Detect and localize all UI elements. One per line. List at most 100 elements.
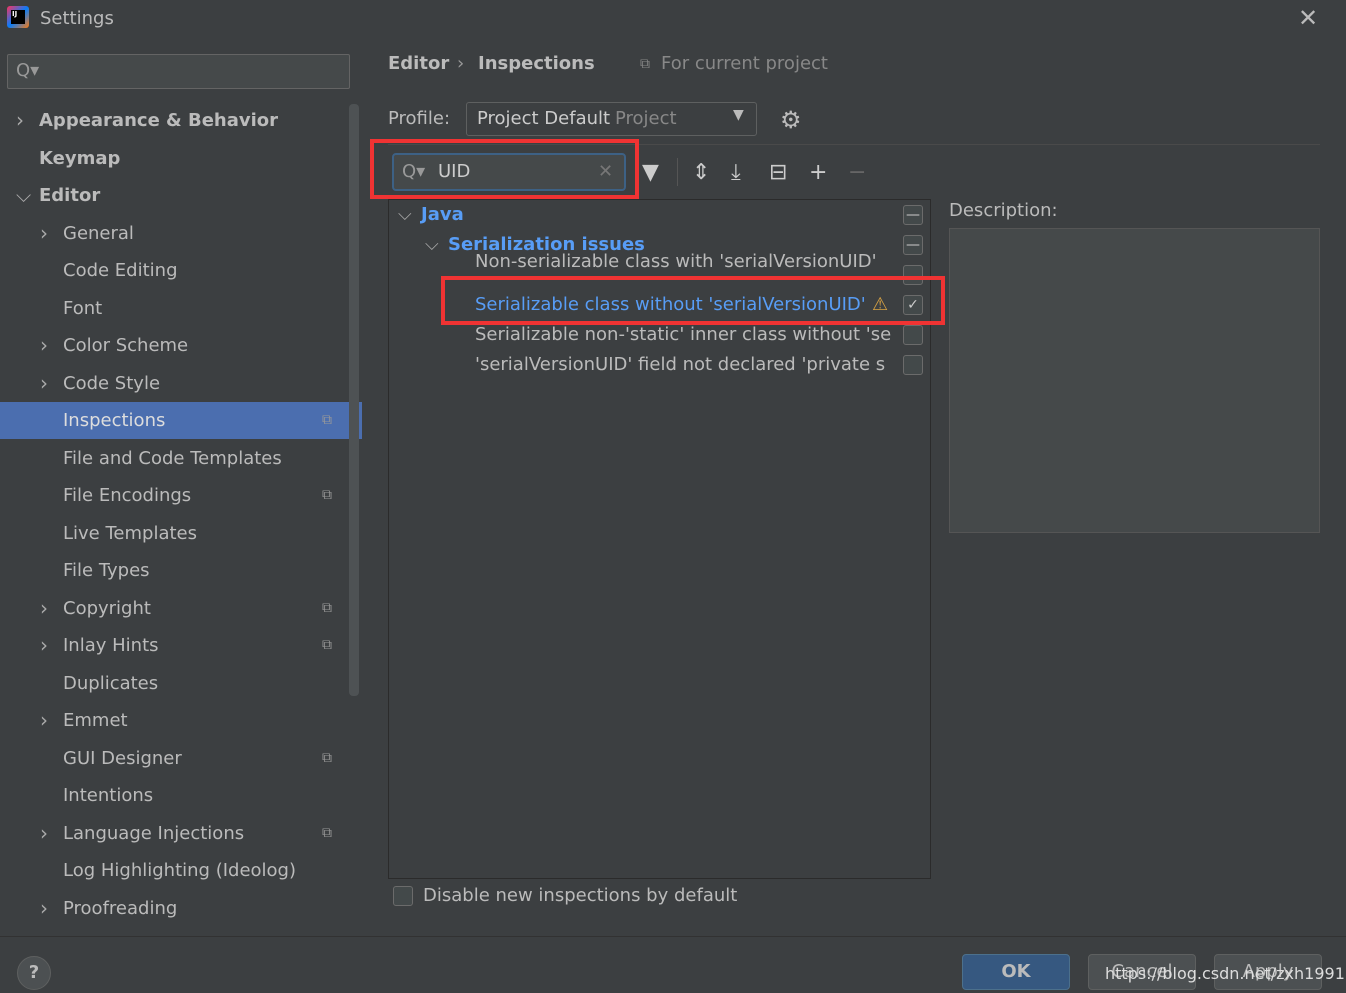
sidebar-item-emmet[interactable]: › Emmet [0, 702, 350, 739]
sidebar-item-label: Color Scheme [63, 335, 189, 356]
profile-scope: Project [615, 108, 677, 129]
sidebar-item-inlay-hints[interactable]: › Inlay Hints ⧉ [0, 627, 350, 664]
description-panel [949, 228, 1320, 533]
sidebar-item-label: Emmet [63, 710, 128, 731]
chevron-right-icon[interactable]: › [40, 365, 48, 402]
sidebar-scrollbar[interactable] [349, 104, 359, 696]
sidebar-item-file-encodings[interactable]: File Encodings ⧉ [0, 477, 350, 514]
close-icon[interactable]: ✕ [1298, 4, 1318, 32]
watermark: https://blog.csdn.net/zxh1991811 [1105, 964, 1346, 983]
inspection-checkbox[interactable]: — [903, 205, 923, 225]
add-icon[interactable]: + [809, 160, 827, 185]
tree-row-label: 'serialVersionUID' field not declared 'p… [475, 354, 886, 375]
highlight-box-row [441, 276, 945, 325]
sidebar-item-inspections[interactable]: Inspections ⧉ [0, 402, 362, 439]
chevron-right-icon[interactable]: › [40, 327, 48, 364]
chevron-down-icon[interactable]: ⌵ [398, 200, 412, 230]
description-label: Description: [949, 200, 1058, 221]
project-scope-icon: ⧉ [322, 412, 332, 428]
sidebar-item-editor[interactable]: ⌵ Editor [0, 177, 350, 214]
project-scope-icon: ⧉ [322, 637, 332, 653]
project-scope-icon: ⧉ [322, 599, 332, 616]
help-button[interactable]: ? [17, 956, 51, 990]
sidebar-item-code-editing[interactable]: Code Editing [0, 252, 350, 289]
sidebar-item-label: General [63, 222, 134, 244]
sidebar-item-label: Font [63, 297, 103, 319]
tree-row-label: Java [421, 204, 464, 225]
inspection-checkbox[interactable]: — [903, 235, 923, 255]
sidebar-item-label: File Types [63, 560, 150, 581]
inspection-checkbox[interactable] [903, 325, 923, 345]
profile-value: Project Default [477, 108, 611, 129]
chevron-down-icon[interactable]: ⌵ [425, 230, 439, 260]
chevron-right-icon[interactable]: › [40, 702, 48, 739]
sidebar-item-log-highlighting-ideolog-[interactable]: Log Highlighting (Ideolog) [0, 852, 350, 889]
chevron-right-icon[interactable]: › [40, 590, 48, 627]
ok-button[interactable]: OK [962, 954, 1070, 990]
breadcrumb-editor[interactable]: Editor [388, 53, 449, 74]
chevron-right-icon[interactable]: › [16, 102, 24, 139]
title-bar [0, 0, 1346, 40]
chevron-down-icon[interactable]: ⌵ [16, 177, 31, 214]
breadcrumb-separator: › [457, 53, 465, 74]
chevron-right-icon[interactable]: › [40, 627, 48, 664]
sidebar-item-font[interactable]: Font [0, 290, 350, 327]
chevron-right-icon[interactable]: › [40, 815, 48, 852]
highlight-box-search [370, 139, 639, 199]
project-scope-icon: ⧉ [322, 824, 332, 841]
sidebar-item-appearance-behavior[interactable]: › Appearance & Behavior [0, 102, 350, 139]
gear-icon[interactable]: ⚙ [780, 106, 802, 134]
sidebar-item-label: Duplicates [63, 672, 159, 694]
sidebar-item-code-style[interactable]: › Code Style [0, 365, 350, 402]
reset-icon[interactable]: ⊟ [769, 160, 787, 185]
sidebar-item-copyright[interactable]: › Copyright ⧉ [0, 590, 350, 627]
sidebar-item-general[interactable]: › General [0, 215, 350, 252]
sidebar-item-file-types[interactable]: File Types [0, 552, 350, 589]
profile-label: Profile: [388, 108, 451, 129]
sidebar-item-label: Editor [39, 185, 101, 206]
toolbar-separator [677, 158, 678, 186]
sidebar-item-color-scheme[interactable]: › Color Scheme [0, 327, 350, 364]
sidebar-item-label: Live Templates [63, 522, 197, 544]
sidebar-item-label: Appearance & Behavior [39, 110, 279, 131]
inspection-checkbox[interactable] [903, 355, 923, 375]
inspection-row[interactable]: 'serialVersionUID' field not declared 'p… [390, 350, 930, 380]
sidebar-item-label: Intentions [63, 785, 154, 806]
chevron-right-icon[interactable]: › [40, 215, 48, 252]
sidebar-item-intentions[interactable]: Intentions [0, 777, 350, 814]
sidebar-item-label: Proofreading [63, 897, 178, 919]
settings-search-input[interactable]: Q▾ [7, 54, 350, 89]
chevron-down-icon: ▼ [733, 107, 744, 123]
sidebar-item-label: File Encodings [63, 485, 192, 506]
project-scope-icon: ⧉ [322, 487, 332, 503]
sidebar-item-gui-designer[interactable]: GUI Designer ⧉ [0, 740, 350, 777]
disable-new-inspections-label: Disable new inspections by default [423, 885, 738, 906]
intellij-logo: IJ [7, 6, 29, 28]
project-scope-icon: ⧉ [322, 749, 332, 766]
breadcrumb-inspections: Inspections [478, 53, 595, 74]
sidebar-item-label: File and Code Templates [63, 447, 282, 469]
sidebar-item-label: Inspections [63, 410, 166, 431]
sidebar-item-proofreading[interactable]: › Proofreading [0, 890, 350, 927]
sidebar-item-live-templates[interactable]: Live Templates [0, 515, 350, 552]
remove-icon[interactable]: − [848, 160, 866, 185]
collapse-all-icon[interactable]: ⤓ [731, 160, 741, 185]
sidebar-item-duplicates[interactable]: Duplicates [0, 665, 350, 702]
window-title: Settings [40, 8, 114, 29]
sidebar-item-label: Code Editing [63, 260, 178, 281]
sidebar-item-label: Keymap [39, 147, 121, 169]
sidebar-item-language-injections[interactable]: › Language Injections ⧉ [0, 815, 350, 852]
project-scope-icon: ⧉ [640, 56, 650, 72]
sidebar-item-file-and-code-templates[interactable]: File and Code Templates [0, 440, 350, 477]
sidebar-item-label: Code Style [63, 372, 161, 394]
sidebar-item-label: Copyright [63, 597, 151, 619]
tree-group-row[interactable]: ⌵ Java — [390, 200, 930, 230]
search-icon: Q▾ [16, 60, 40, 81]
chevron-right-icon[interactable]: › [40, 890, 48, 927]
sidebar-item-keymap[interactable]: Keymap [0, 140, 350, 177]
sidebar-item-label: GUI Designer [63, 747, 182, 769]
disable-new-inspections-checkbox[interactable] [393, 886, 413, 906]
profile-dropdown[interactable]: Project Default Project ▼ [466, 102, 757, 136]
expand-all-icon[interactable]: ⇕ [692, 160, 710, 185]
filter-icon[interactable]: ▼ [642, 160, 659, 185]
